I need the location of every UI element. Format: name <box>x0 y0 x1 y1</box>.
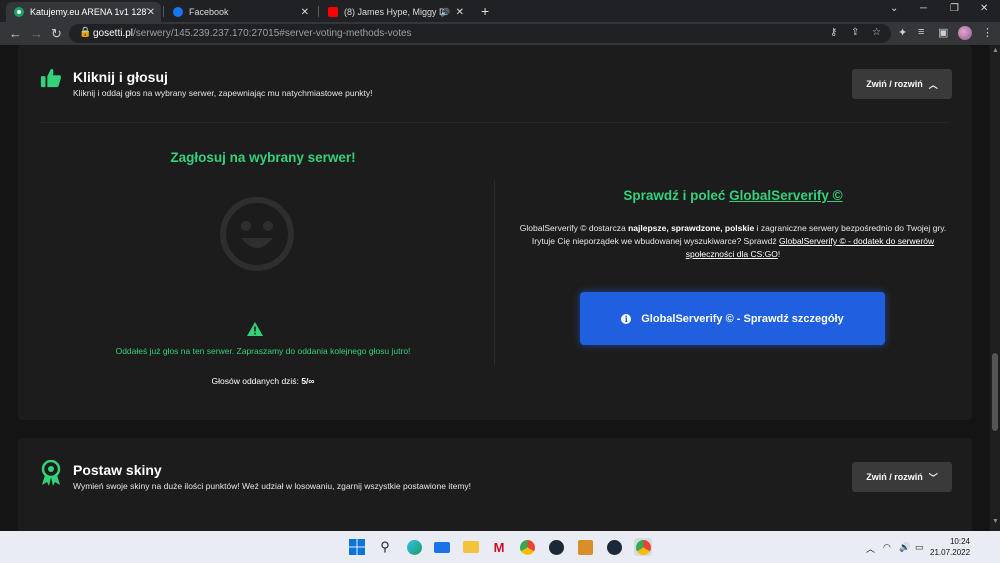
chevron-up-icon: ︿ <box>928 79 938 90</box>
tab-search-icon[interactable]: ⌄ <box>890 3 898 14</box>
page-scrollbar[interactable] <box>990 45 1000 531</box>
facebook-icon <box>173 7 183 17</box>
card-title: Kliknij i głosuj <box>73 69 168 85</box>
key-icon[interactable]: ⚷ <box>830 27 837 38</box>
search-icon[interactable]: ⚲ <box>376 538 394 556</box>
skins-card: Postaw skiny Wymień swoje skiny na duże … <box>18 438 972 531</box>
page-content: Kliknij i głosuj Kliknij i oddaj głos na… <box>0 45 990 531</box>
steam-icon-2[interactable] <box>605 538 623 556</box>
vote-card: Kliknij i głosuj Kliknij i oddaj głos na… <box>18 45 972 420</box>
edge-icon[interactable] <box>405 538 423 556</box>
toggle-label: Zwiń / rozwiń <box>866 472 923 482</box>
tab-separator <box>163 6 164 17</box>
server-favicon-icon <box>14 7 24 17</box>
speaker-icon[interactable]: 🔊 <box>440 8 450 17</box>
back-icon[interactable]: ← <box>9 26 22 41</box>
column-divider <box>494 180 495 365</box>
url-text[interactable]: gosetti.pl/serwery/145.239.237.170:27015… <box>93 28 412 39</box>
scroll-up-icon[interactable]: ▲ <box>992 47 999 54</box>
expand-toggle-button[interactable]: Zwiń / rozwiń ﹀ <box>852 462 952 492</box>
battery-icon[interactable]: ▭ <box>915 542 924 553</box>
toggle-label: Zwiń / rozwiń <box>866 79 923 89</box>
windows-taskbar: ⚲ M ︿ ◠ 🔊 ▭ 10:24 21.07.2022 <box>0 531 1000 563</box>
award-ribbon-icon <box>40 459 62 491</box>
votes-today-value: 5/∞ <box>301 376 315 386</box>
close-icon[interactable]: ✕ <box>147 7 155 18</box>
globalserverify-link[interactable]: GlobalServerify © <box>729 188 843 203</box>
csgo-icon[interactable] <box>576 538 594 556</box>
share-icon[interactable]: ⇪ <box>851 27 859 38</box>
youtube-icon <box>328 7 338 17</box>
menu-kebab-icon[interactable]: ⋮ <box>982 26 993 39</box>
bookmark-star-icon[interactable]: ☆ <box>872 27 881 38</box>
volume-icon[interactable]: 🔊 <box>899 542 910 553</box>
already-voted-message: Oddałeś już głos na ten serwer. Zaprasza… <box>115 346 411 356</box>
tab-bar: Katujemy.eu ARENA 1v1 128TR ✕ Facebook ✕… <box>0 0 1000 22</box>
warning-icon <box>247 322 263 341</box>
scrollbar-thumb[interactable] <box>992 353 998 431</box>
globalserverify-description: GlobalServerify © dostarcza najlepsze, s… <box>508 222 958 261</box>
minimize-icon[interactable]: ─ <box>920 3 927 14</box>
side-panel-icon[interactable]: ▣ <box>938 26 948 39</box>
desc-text: GlobalServerify © dostarcza <box>519 223 626 233</box>
card-subtitle: Wymień swoje skiny na duże ilości punktó… <box>73 481 472 491</box>
maximize-icon[interactable]: ❐ <box>950 3 959 14</box>
globalserverify-details-button[interactable]: i GlobalServerify © - Sprawdź szczegóły <box>580 292 885 345</box>
chrome-active-icon[interactable] <box>634 538 652 556</box>
start-icon[interactable] <box>348 538 366 556</box>
media-control-icon[interactable]: ≡ <box>918 26 924 38</box>
close-window-icon[interactable]: ✕ <box>980 3 988 14</box>
clock-date: 21.07.2022 <box>930 548 971 557</box>
smiley-face-icon <box>219 196 295 277</box>
scroll-down-icon[interactable]: ▼ <box>992 518 999 525</box>
chevron-up-icon[interactable]: ︿ <box>866 542 875 555</box>
reload-icon[interactable]: ↻ <box>51 26 62 42</box>
address-bar[interactable]: 🔒 gosetti.pl/serwery/145.239.237.170:270… <box>69 24 891 43</box>
chevron-down-icon: ﹀ <box>928 472 938 483</box>
divider <box>40 122 950 123</box>
lock-icon[interactable]: 🔒 <box>79 27 91 38</box>
votes-today-label: Głosów oddanych dziś: <box>211 376 299 386</box>
clock-time: 10:24 <box>949 537 970 546</box>
button-label: GlobalServerify © - Sprawdź szczegóły <box>641 312 844 325</box>
mail-icon[interactable] <box>433 538 451 556</box>
card-subtitle: Kliknij i oddaj głos na wybrany serwer, … <box>73 88 373 98</box>
thumbs-up-icon <box>40 67 62 94</box>
extensions-icon[interactable]: ✦ <box>898 26 907 39</box>
close-icon[interactable]: ✕ <box>456 7 464 18</box>
card-title: Postaw skiny <box>73 462 162 478</box>
vote-heading: Zagłosuj na wybrany serwer! <box>170 150 356 165</box>
clock[interactable]: 10:24 21.07.2022 <box>930 536 970 558</box>
tab-facebook[interactable]: Facebook ✕ <box>165 2 315 22</box>
file-explorer-icon[interactable] <box>462 538 480 556</box>
heading-prefix: Sprawdź i poleć <box>623 188 726 203</box>
tab-katujemy[interactable]: Katujemy.eu ARENA 1v1 128TR ✕ <box>6 2 161 22</box>
info-icon: i <box>621 313 632 324</box>
collapse-toggle-button[interactable]: Zwiń / rozwiń ︿ <box>852 69 952 99</box>
wifi-icon[interactable]: ◠ <box>883 542 891 553</box>
tab-title: (8) James Hype, Miggy Dela <box>344 7 444 17</box>
desc-bold: najlepsze, sprawdzone, polskie <box>628 223 755 233</box>
tab-title: Katujemy.eu ARENA 1v1 128TR <box>30 7 148 17</box>
tab-separator <box>318 6 319 17</box>
votes-today: Głosów oddanych dziś: 5/∞ <box>58 376 468 386</box>
close-icon[interactable]: ✕ <box>301 7 309 18</box>
mcafee-icon[interactable]: M <box>490 538 508 556</box>
toolbar: ← → ↻ 🔒 gosetti.pl/serwery/145.239.237.1… <box>0 22 1000 45</box>
steam-icon[interactable] <box>547 538 565 556</box>
tab-title: Facebook <box>189 7 229 17</box>
profile-avatar[interactable] <box>958 26 972 40</box>
forward-icon[interactable]: → <box>30 26 43 41</box>
chrome-icon[interactable] <box>518 538 536 556</box>
new-tab-icon[interactable]: + <box>481 3 489 19</box>
desc-text: ! <box>777 249 781 259</box>
tab-youtube[interactable]: (8) James Hype, Miggy Dela 🔊 ✕ <box>320 2 470 22</box>
globalserverify-heading: Sprawdź i poleć GlobalServerify © <box>518 188 948 203</box>
